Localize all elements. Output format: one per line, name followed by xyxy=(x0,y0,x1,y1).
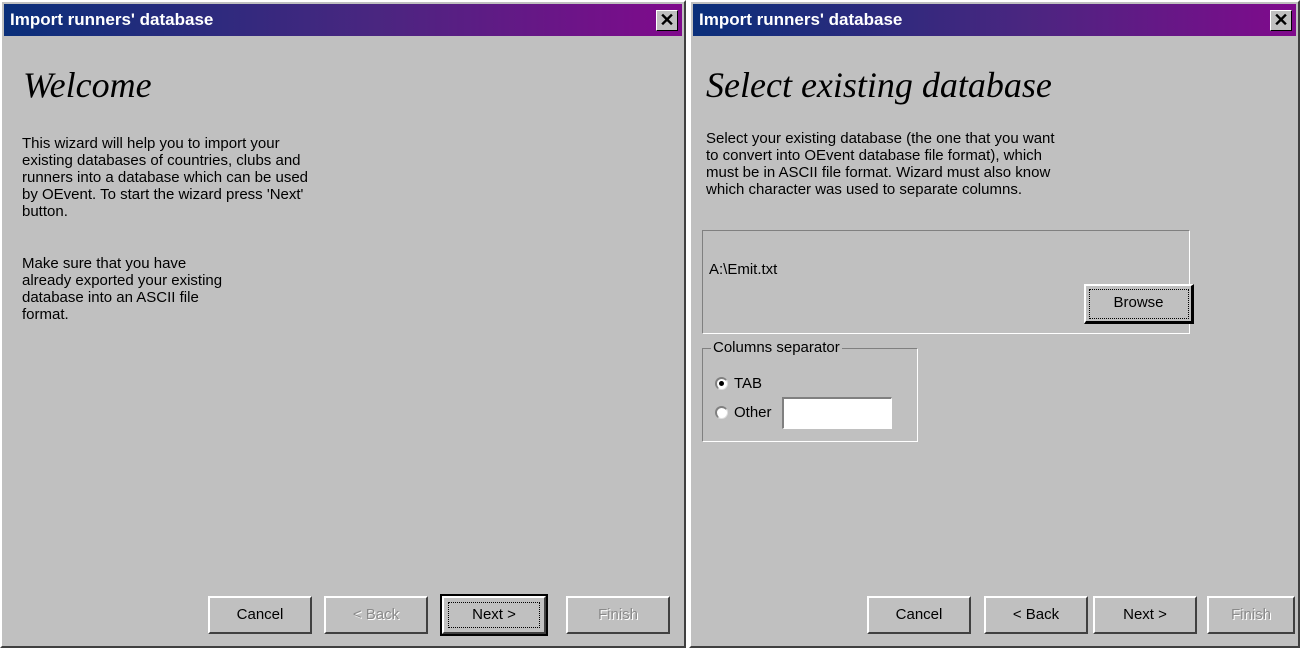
page-title: Select existing database xyxy=(706,65,1052,105)
finish-button-label: Finish xyxy=(597,606,638,623)
columns-separator-group: Columns separator TAB Other xyxy=(702,339,918,442)
window-title: Import runners' database xyxy=(699,10,903,29)
intro-paragraph: This wizard will help you to import your… xyxy=(22,135,309,220)
finish-button[interactable]: Finish xyxy=(1207,596,1295,634)
window-title: Import runners' database xyxy=(10,10,214,29)
finish-button[interactable]: Finish xyxy=(566,596,670,634)
radio-option-other[interactable]: Other xyxy=(715,402,772,422)
cancel-button[interactable]: Cancel xyxy=(867,596,971,634)
radio-label-tab: TAB xyxy=(734,374,763,392)
group-legend: Columns separator xyxy=(711,339,842,357)
page-title: Welcome xyxy=(23,65,152,105)
wizard-window-welcome: Import runners' database ✕ Welcome This … xyxy=(0,0,686,648)
export-note-paragraph: Make sure that you have already exported… xyxy=(22,255,223,323)
back-button-label: < Back xyxy=(1012,606,1060,623)
back-button[interactable]: < Back xyxy=(984,596,1088,634)
file-path-text: A:\Emit.txt xyxy=(709,261,778,278)
radio-button-checked[interactable] xyxy=(715,376,728,390)
wizard-window-select-database: Import runners' database ✕ Select existi… xyxy=(689,0,1300,648)
cancel-button-label: Cancel xyxy=(895,606,943,623)
instructions-paragraph: Select your existing database (the one t… xyxy=(706,130,1055,198)
next-button-label: Next > xyxy=(1123,606,1167,623)
finish-button-label: Finish xyxy=(1230,606,1271,623)
next-button[interactable]: Next > xyxy=(440,594,548,636)
back-button-label: < Back xyxy=(352,606,400,623)
cancel-button[interactable]: Cancel xyxy=(208,596,312,634)
cancel-button-label: Cancel xyxy=(236,606,284,623)
back-button[interactable]: < Back xyxy=(324,596,428,634)
title-bar[interactable]: Import runners' database ✕ xyxy=(4,4,682,36)
file-selection-panel: A:\Emit.txt Browse xyxy=(702,230,1194,334)
browse-button-label: Browse xyxy=(1113,294,1164,311)
next-button-label: Next > xyxy=(472,606,516,623)
next-button[interactable]: Next > xyxy=(1093,596,1197,634)
close-icon[interactable]: ✕ xyxy=(1270,10,1292,31)
radio-button[interactable] xyxy=(715,405,728,419)
close-icon[interactable]: ✕ xyxy=(656,10,678,31)
other-separator-input[interactable] xyxy=(782,397,892,429)
browse-button[interactable]: Browse xyxy=(1084,284,1194,324)
radio-option-tab[interactable]: TAB xyxy=(715,373,762,393)
title-bar[interactable]: Import runners' database ✕ xyxy=(693,4,1296,36)
radio-label-other: Other xyxy=(734,403,772,421)
